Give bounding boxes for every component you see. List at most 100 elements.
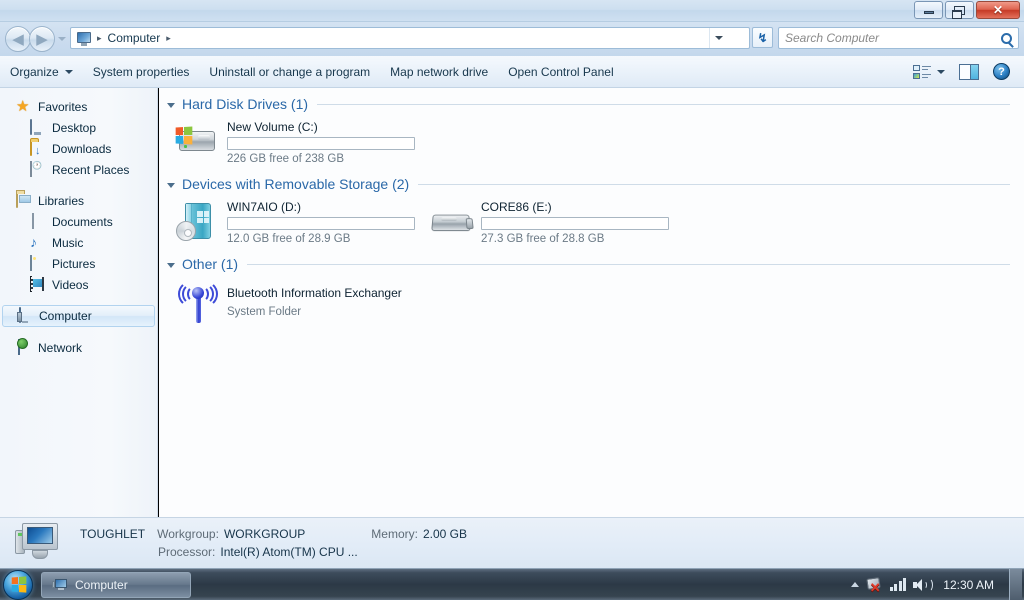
search-input[interactable]: Search Computer xyxy=(785,31,1001,45)
processor-label: Processor: xyxy=(158,545,216,559)
title-bar: ✕ xyxy=(0,0,1024,22)
clock[interactable]: 12:30 AM xyxy=(937,578,1000,592)
recent-places-icon xyxy=(30,160,46,178)
signal-bars-icon[interactable] xyxy=(889,578,907,591)
open-control-panel-button[interactable]: Open Control Panel xyxy=(498,60,623,84)
file-list-pane[interactable]: Hard Disk Drives (1) New Volume (C:) 226… xyxy=(159,88,1024,517)
details-row-processor: Processor: Intel(R) Atom(TM) CPU ... xyxy=(80,545,467,559)
command-bar-right: ? xyxy=(907,60,1024,84)
tile-grid-removable-storage: WIN7AIO (D:) 12.0 GB free of 28.9 GB COR… xyxy=(159,196,1024,248)
computer-icon xyxy=(52,578,68,592)
start-button[interactable] xyxy=(3,569,33,600)
organize-button[interactable]: Organize xyxy=(0,60,83,84)
sidebar-item-videos[interactable]: Videos xyxy=(0,274,157,295)
change-view-button[interactable] xyxy=(907,60,949,84)
drive-capacity-text: 12.0 GB free of 28.9 GB xyxy=(227,232,351,245)
address-bar[interactable]: ▸ Computer ▸ xyxy=(70,27,750,49)
sidebar-group-libraries[interactable]: Libraries xyxy=(0,190,157,211)
show-preview-pane-button[interactable] xyxy=(951,60,987,84)
star-icon: ★ xyxy=(16,97,30,115)
details-pane: TOUGHLET Workgroup: WORKGROUP Memory: 2.… xyxy=(0,517,1024,568)
restore-button[interactable] xyxy=(945,1,974,19)
show-desktop-button[interactable] xyxy=(1009,568,1022,600)
sidebar-item-label: Downloads xyxy=(52,141,112,156)
network-error-icon[interactable]: ✕ xyxy=(866,577,883,594)
taskbar-button-computer[interactable]: Computer xyxy=(41,571,191,598)
drive-tile-body: New Volume (C:) 226 GB free of 238 GB xyxy=(227,119,415,165)
sidebar-item-label: Documents xyxy=(52,214,113,229)
group-header-other[interactable]: Other (1) xyxy=(159,252,1024,276)
drive-tile[interactable]: CORE86 (E:) 27.3 GB free of 28.8 GB xyxy=(427,196,677,248)
memory-value: 2.00 GB xyxy=(422,527,467,541)
drive-tile[interactable]: New Volume (C:) 226 GB free of 238 GB xyxy=(173,116,423,168)
minimize-icon xyxy=(923,11,934,14)
address-bar-row: ◀ ▶ ▸ Computer ▸ ↯ Search Computer xyxy=(0,22,1024,56)
sidebar-item-documents[interactable]: Documents xyxy=(0,211,157,232)
sidebar-item-desktop[interactable]: Desktop xyxy=(0,117,157,138)
processor-value: Intel(R) Atom(TM) CPU ... xyxy=(220,545,358,559)
search-box[interactable]: Search Computer xyxy=(778,27,1019,49)
sidebar-group-favorites[interactable]: ★ Favorites xyxy=(0,96,157,117)
capacity-bar xyxy=(481,216,669,230)
sidebar-group-label: Libraries xyxy=(38,193,85,208)
help-icon: ? xyxy=(993,63,1010,80)
dvd-drive-icon xyxy=(173,199,221,245)
refresh-button[interactable]: ↯ xyxy=(752,27,773,48)
breadcrumb-separator[interactable]: ▸ xyxy=(93,33,106,44)
drive-tile-body: CORE86 (E:) 27.3 GB free of 28.8 GB xyxy=(481,199,669,245)
sidebar-item-recent-places[interactable]: Recent Places xyxy=(0,159,157,180)
music-icon: ♪ xyxy=(30,233,37,250)
item-name: Bluetooth Information Exchanger xyxy=(227,286,402,300)
chevron-down-icon xyxy=(64,69,73,74)
back-button[interactable]: ◀ xyxy=(5,26,31,52)
show-hidden-icons-arrow[interactable] xyxy=(850,582,859,587)
explorer-window: ✕ ◀ ▶ ▸ Computer ▸ ↯ Search Computer Org… xyxy=(0,0,1024,600)
drive-name: WIN7AIO (D:) xyxy=(227,199,301,214)
other-item-tile[interactable]: Bluetooth Information Exchanger System F… xyxy=(173,276,453,328)
drive-capacity-text: 226 GB free of 238 GB xyxy=(227,152,344,165)
close-button[interactable]: ✕ xyxy=(976,1,1020,19)
group-divider xyxy=(247,263,1010,265)
chevron-down-icon xyxy=(937,69,945,74)
sidebar-item-pictures[interactable]: Pictures xyxy=(0,253,157,274)
command-bar: Organize System properties Uninstall or … xyxy=(0,56,1024,88)
collapse-caret-icon[interactable] xyxy=(167,182,175,188)
group-header-removable-storage[interactable]: Devices with Removable Storage (2) xyxy=(159,172,1024,196)
address-history-dropdown[interactable] xyxy=(709,28,727,48)
sidebar-item-label: Pictures xyxy=(52,256,96,271)
capacity-bar xyxy=(227,136,415,150)
system-properties-button[interactable]: System properties xyxy=(83,60,200,84)
group-title: Devices with Removable Storage (2) xyxy=(182,176,410,192)
tile-grid-hard-disk-drives: New Volume (C:) 226 GB free of 238 GB xyxy=(159,116,1024,168)
workgroup-value: WORKGROUP xyxy=(223,527,306,541)
computer-icon xyxy=(17,307,33,324)
sidebar-item-network[interactable]: Network xyxy=(0,337,157,358)
volume-icon[interactable] xyxy=(913,577,934,592)
group-header-hard-disk-drives[interactable]: Hard Disk Drives (1) xyxy=(159,92,1024,116)
uninstall-program-button[interactable]: Uninstall or change a program xyxy=(199,60,380,84)
drive-capacity-text: 27.3 GB free of 28.8 GB xyxy=(481,232,605,245)
help-button[interactable]: ? xyxy=(989,60,1014,84)
computer-name: TOUGHLET xyxy=(80,527,146,541)
view-options-icon xyxy=(913,64,931,80)
navigation-pane[interactable]: ★ Favorites Desktop ↓ Downloads Recent P… xyxy=(0,88,158,517)
forward-button[interactable]: ▶ xyxy=(29,26,55,52)
sidebar-item-label: Recent Places xyxy=(52,162,130,177)
sidebar-item-downloads[interactable]: ↓ Downloads xyxy=(0,138,157,159)
sidebar-item-computer[interactable]: Computer xyxy=(2,305,155,327)
drive-tile[interactable]: WIN7AIO (D:) 12.0 GB free of 28.9 GB xyxy=(173,196,423,248)
breadcrumb-computer[interactable]: Computer xyxy=(106,31,163,45)
computer-icon xyxy=(75,30,91,46)
breadcrumb-separator-end[interactable]: ▸ xyxy=(162,33,175,44)
recent-pages-dropdown-icon[interactable] xyxy=(58,37,66,41)
collapse-caret-icon[interactable] xyxy=(167,102,175,108)
organize-label: Organize xyxy=(10,64,59,79)
collapse-caret-icon[interactable] xyxy=(167,262,175,268)
sidebar-item-music[interactable]: ♪ Music xyxy=(0,232,157,253)
windows-logo-icon xyxy=(11,576,26,593)
minimize-button[interactable] xyxy=(914,1,943,19)
group-divider xyxy=(317,103,1010,105)
map-network-drive-button[interactable]: Map network drive xyxy=(380,60,498,84)
workgroup-label: Workgroup: xyxy=(157,527,219,541)
forward-icon: ▶ xyxy=(36,30,48,48)
